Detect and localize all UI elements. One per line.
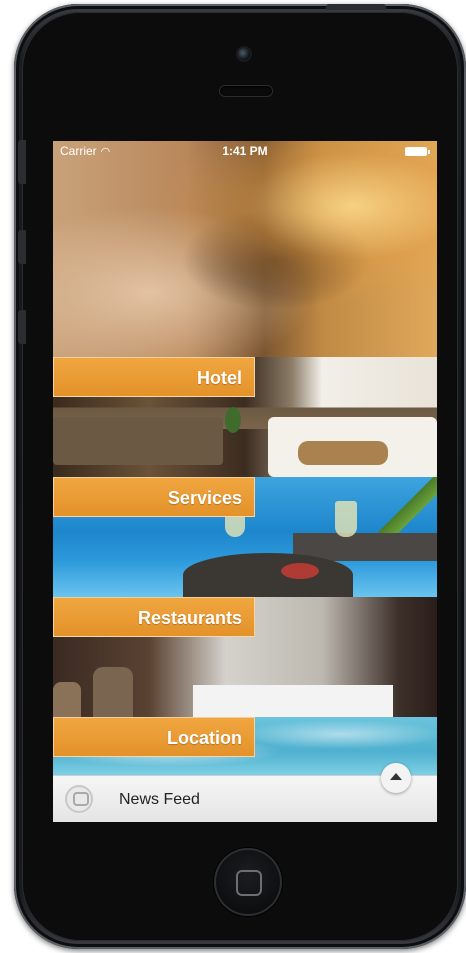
menu-label-hotel: Hotel (53, 357, 255, 397)
battery-icon (405, 147, 430, 156)
services-glass-image (335, 501, 357, 537)
news-feed-bar[interactable]: News Feed (53, 775, 437, 822)
menu-tile-services[interactable]: Services (53, 477, 437, 597)
status-time: 1:41 PM (222, 144, 268, 158)
hotel-pillow-image (298, 441, 388, 465)
volume-down-button (18, 310, 26, 344)
menu-tile-restaurants[interactable]: Restaurants (53, 597, 437, 717)
chevron-up-icon[interactable] (381, 763, 411, 793)
front-camera (238, 48, 250, 60)
menu-label-location: Location (53, 717, 255, 757)
chat-bubble-icon (65, 785, 93, 813)
hotel-sofa-image (53, 417, 223, 465)
power-button (326, 4, 386, 10)
mute-switch (18, 140, 26, 184)
menu-tile-hotel[interactable]: Hotel (53, 357, 437, 477)
app-screen: Carrier ◠ 1:41 PM Hotel Services Restaura… (53, 141, 437, 822)
services-bowl-image (281, 563, 319, 579)
menu-label-restaurants: Restaurants (53, 597, 255, 637)
restaurant-table-image (193, 685, 393, 717)
earpiece-speaker (220, 86, 272, 96)
services-table-image (183, 553, 353, 597)
menu-label-services: Services (53, 477, 255, 517)
status-bar: Carrier ◠ 1:41 PM (53, 141, 437, 161)
news-feed-label: News Feed (119, 791, 200, 808)
hotel-plant-image (225, 407, 241, 433)
menu-tile-location[interactable]: Location (53, 717, 437, 775)
volume-up-button (18, 230, 26, 264)
hero-image (53, 141, 437, 357)
restaurant-chair-image (53, 682, 81, 717)
restaurant-chair-image (93, 667, 133, 717)
home-square-icon (236, 870, 262, 896)
home-button[interactable] (214, 848, 282, 916)
